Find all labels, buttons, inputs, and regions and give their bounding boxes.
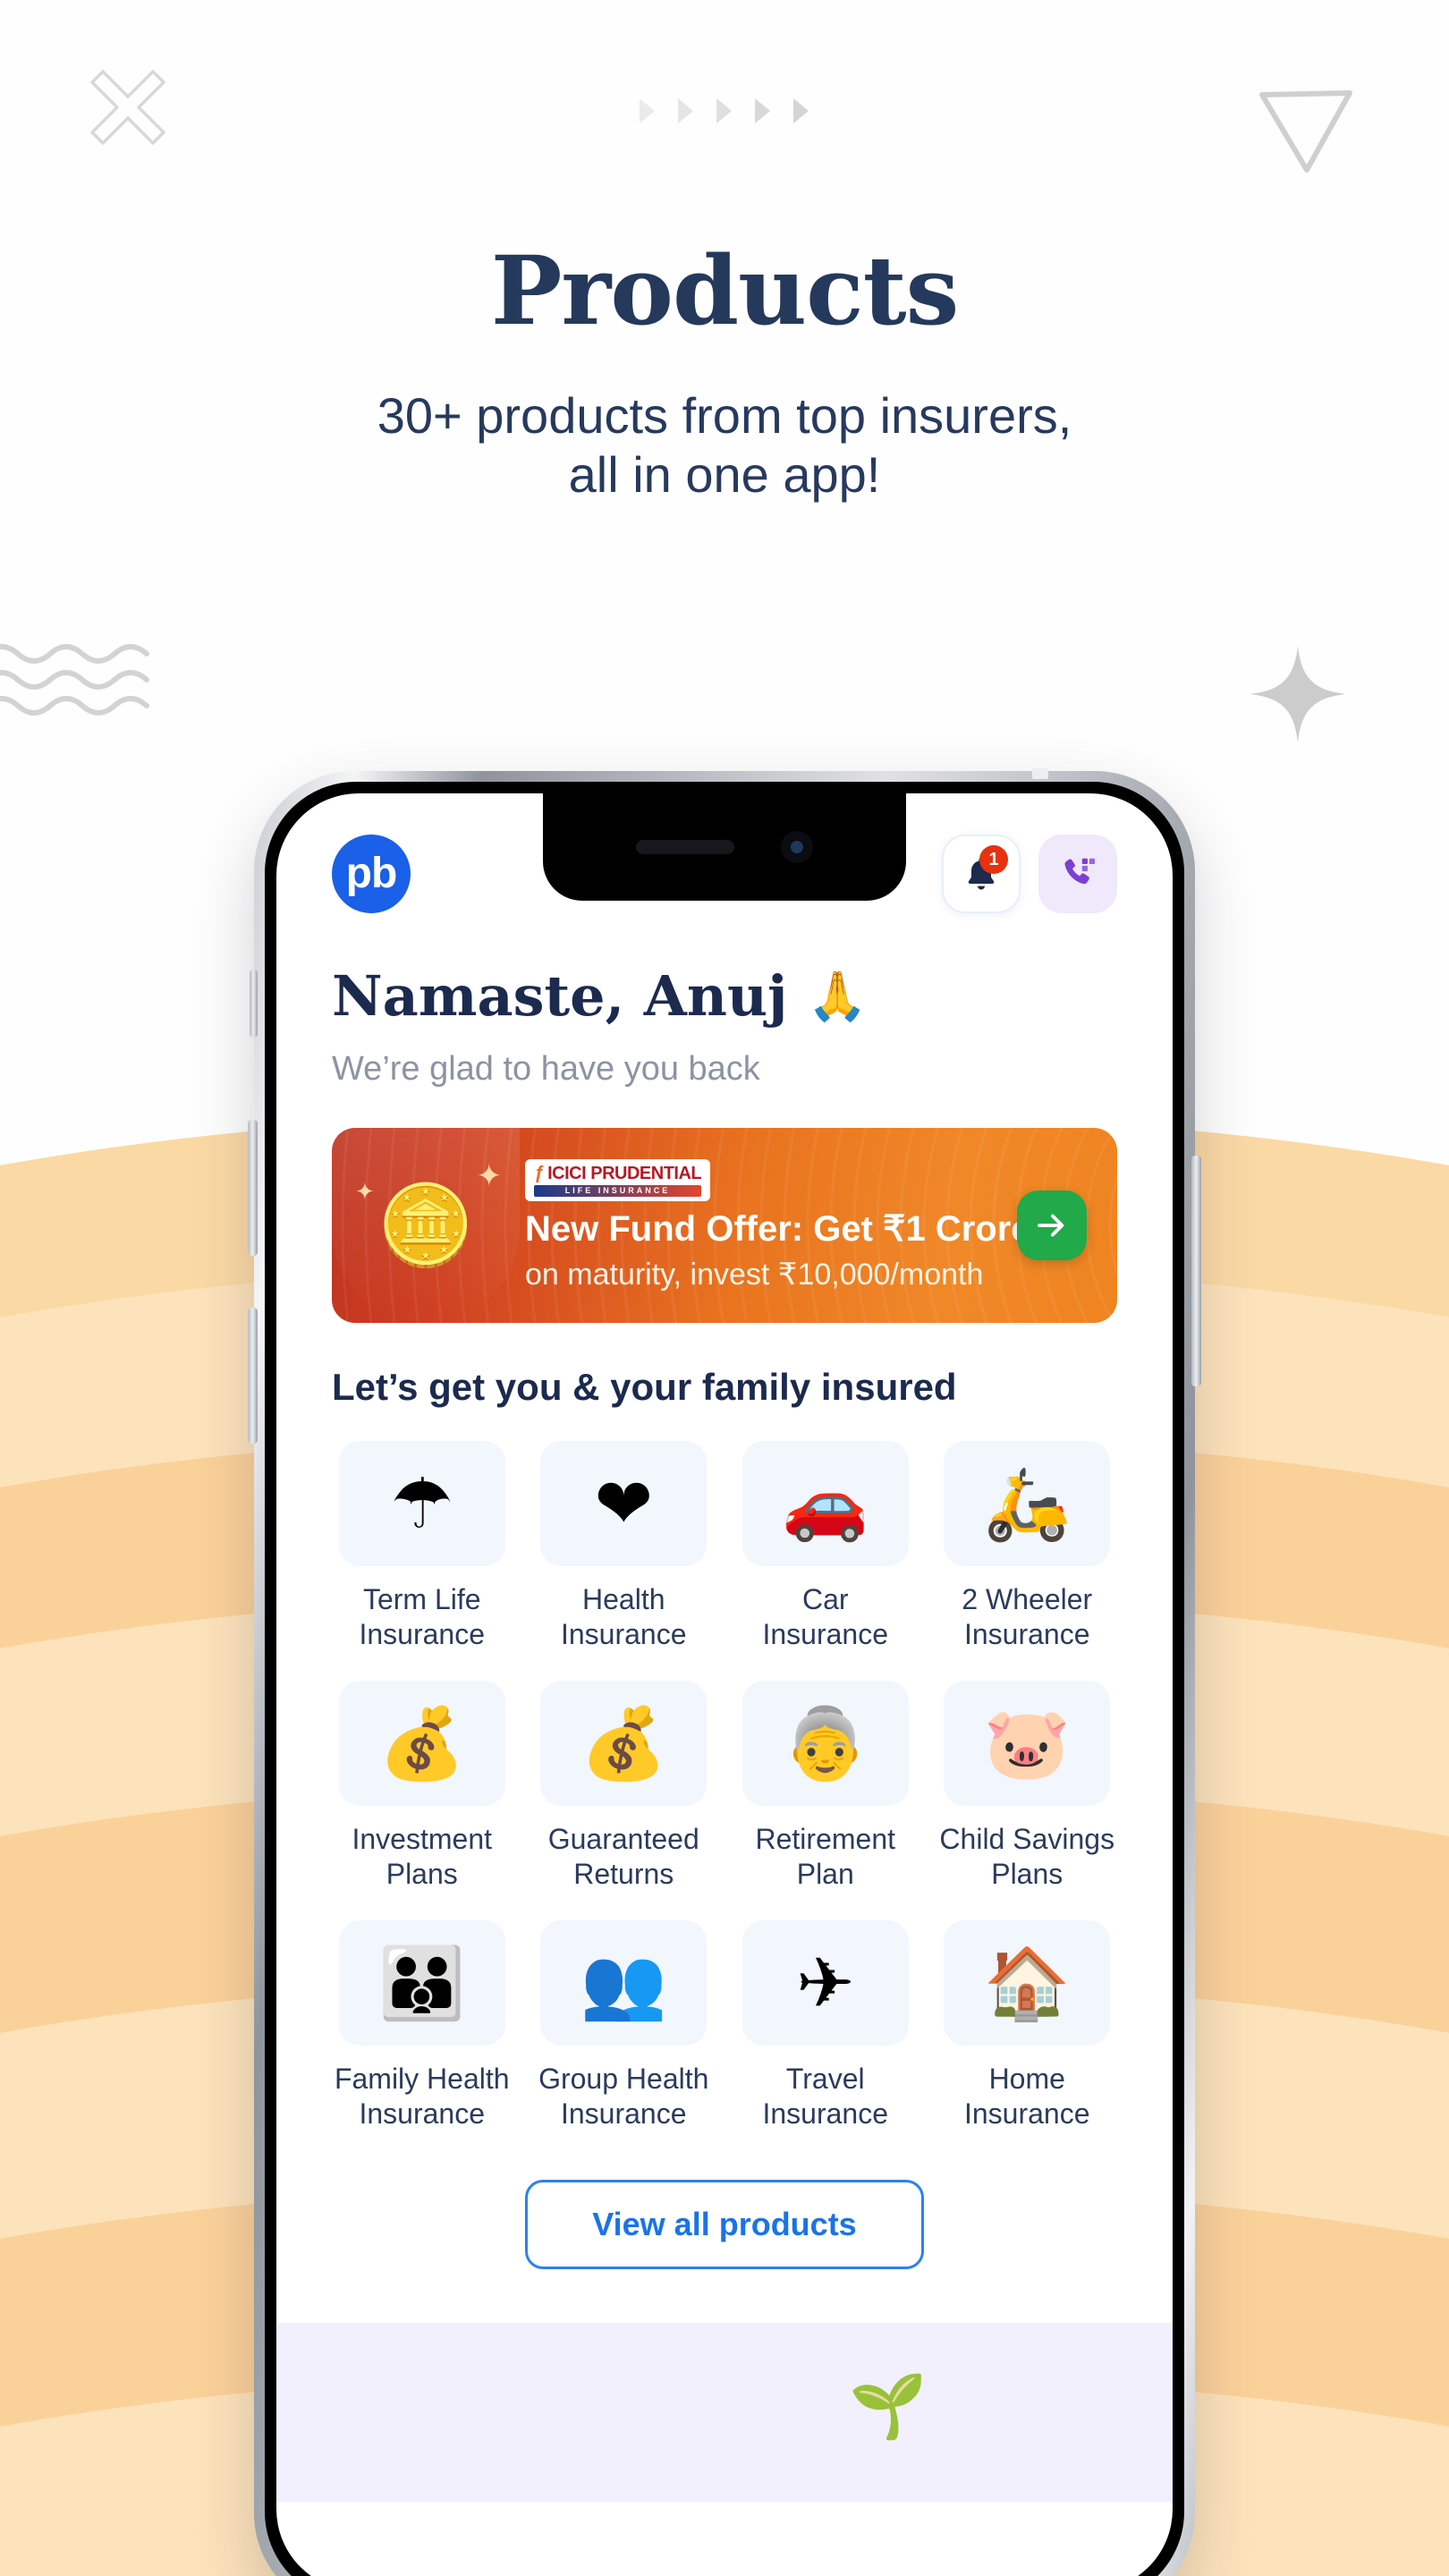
promo-cta-button[interactable] [1017,1191,1087,1260]
wave-lines-icon [0,640,170,724]
greeting-text: Namaste, Anuj [332,963,788,1029]
sparkle-icon [1248,644,1348,749]
product-label-line-2: Insurance [560,1618,687,1651]
promo-subline: on maturity, invest ₹10,000/month [525,1257,984,1292]
sparkle-small-icon: ✦ [355,1178,375,1205]
piggy-bank-icon: 🐷 [983,1704,1071,1784]
phone-antenna-line [1032,768,1048,779]
page-root: Products 30+ products from top insurers,… [0,0,1449,2576]
view-all-products-row: View all products [332,2180,1117,2270]
page-subtitle-line-1: 30+ products from top insurers, [377,387,1072,444]
promo-banner[interactable]: ✦ ✦ 🪙 ƒ ICICI PRUDENTIAL LIFE INSURANCE … [332,1128,1117,1323]
money-bag-icon: 💰 [580,1704,667,1784]
product-label-line-1: Family Health [334,2063,510,2096]
elderly-couple-icon: 👵 [782,1704,869,1784]
product-label-line-2: Insurance [762,1618,889,1651]
product-label-line-2: Plans [386,1858,458,1891]
promo-banner-body: ƒ ICICI PRUDENTIAL LIFE INSURANCE New Fu… [525,1158,1038,1292]
car-icon: 🚗 [782,1464,869,1543]
product-label-line-2: Insurance [963,2097,1090,2131]
phone-volume-up-button [248,1120,258,1256]
speaker-grille-icon [636,840,734,854]
product-label-line-1: Child Savings [939,1823,1115,1856]
icici-logo-tagline: LIFE INSURANCE [534,1184,702,1197]
product-label-line-2: Insurance [560,2097,687,2131]
product-label-line-1: Group Health [538,2063,709,2096]
call-support-button[interactable] [1038,835,1117,913]
icici-logo-mark: ƒ [534,1163,545,1183]
sparkle-large-icon: ✦ [476,1159,503,1193]
product-tile-group-health-insurance[interactable]: 👥 Group Health Insurance [534,1920,715,2131]
product-tile-term-life-insurance[interactable]: ☂ Term Life Insurance [332,1441,513,1652]
product-label-line-1: Retirement [755,1823,896,1856]
app-content: pb 1 Namaste, Anuj 🙏 We’re glad to have … [276,793,1173,2576]
page-subtitle-line-2: all in one app! [568,446,881,504]
view-all-products-button[interactable]: View all products [525,2180,924,2270]
page-title: Products [490,234,960,346]
bottom-section-band: 🌱 [276,2323,1173,2503]
app-header-actions: 1 [942,835,1117,913]
hero-section: Products 30+ products from top insurers,… [0,0,1449,504]
icici-prudential-logo: ƒ ICICI PRUDENTIAL LIFE INSURANCE [525,1158,711,1201]
product-label-line-2: Insurance [359,2097,485,2131]
promo-headline: New Fund Offer: Get ₹1 Crore* [525,1208,1038,1250]
product-label-line-2: Insurance [762,2097,889,2131]
coins-growth-icon: 💰 [378,1704,466,1784]
icici-logo-name: ICICI PRUDENTIAL [547,1163,702,1183]
heart-pulse-icon: ❤ [594,1464,653,1543]
product-tile-child-savings-plans[interactable]: 🐷 Child Savings Plans [937,1681,1118,1892]
product-tile-home-insurance[interactable]: 🏠 Home Insurance [937,1920,1118,2131]
phone-screen: pb 1 Namaste, Anuj 🙏 We’re glad to have … [276,793,1173,2576]
call-support-icon [1064,858,1096,885]
page-subtitle: 30+ products from top insurers, all in o… [0,386,1449,504]
greeting-title: Namaste, Anuj 🙏 [332,963,1117,1029]
section-title: Let’s get you & your family insured [332,1366,957,1408]
arrow-right-icon [1038,1214,1064,1237]
product-tile-health-insurance[interactable]: ❤ Health Insurance [534,1441,715,1652]
group-people-icon: 👥 [580,1944,667,2023]
policybazaar-logo[interactable]: pb [332,835,411,913]
scooter-icon: 🛵 [983,1464,1071,1543]
product-label-line-1: Guaranteed [547,1823,699,1856]
notification-count-badge: 1 [979,845,1008,874]
product-label-line-2: Insurance [359,1618,486,1651]
phone-bezel: pb 1 Namaste, Anuj 🙏 We’re glad to have … [265,782,1184,2576]
phone-volume-down-button [248,1308,258,1444]
phone-silent-switch [250,970,258,1038]
product-tile-travel-insurance[interactable]: ✈ Travel Insurance [735,1920,916,2131]
product-tile-retirement-plan[interactable]: 👵 Retirement Plan [735,1681,916,1892]
family-icon: 👪 [378,1944,466,2023]
product-label-line-1: Health [582,1583,665,1615]
product-tile-investment-plans[interactable]: 💰 Investment Plans [332,1681,513,1892]
product-label-line-2: Plans [991,1858,1063,1891]
product-label-line-1: Car [801,1583,849,1615]
phone-mockup: pb 1 Namaste, Anuj 🙏 We’re glad to have … [248,768,1201,2576]
product-label-line-2: Plan [796,1858,854,1891]
house-icon: 🏠 [983,1944,1071,2023]
product-label-line-1: Term Life [362,1583,481,1615]
phone-power-button [1191,1156,1201,1386]
umbrella-icon: ☂ [390,1464,453,1543]
promo-banner-art: ✦ ✦ 🪙 [332,1128,520,1323]
product-label-line-1: Travel [785,2063,865,2096]
phone-notch [543,793,906,901]
leaf-icon: 🌱 [849,2371,928,2442]
greeting-subtitle: We’re glad to have you back [332,1050,760,1088]
product-tile-guaranteed-returns[interactable]: 💰 Guaranteed Returns [534,1681,715,1892]
product-tile-car-insurance[interactable]: 🚗 Car Insurance [735,1441,916,1652]
product-label-line-1: Home [988,2063,1065,2096]
airplane-icon: ✈ [796,1944,855,2023]
promo-headline-text: New Fund Offer: Get ₹1 Crore [525,1208,1031,1249]
products-grid: ☂ Term Life Insurance ❤ Health Insurance… [332,1441,1117,2131]
front-camera-icon [781,831,813,863]
product-label-line-2: Insurance [963,1618,1090,1651]
product-label-line-1: 2 Wheeler [962,1583,1093,1615]
product-label-line-2: Returns [573,1858,674,1891]
namaste-hands-icon: 🙏 [807,967,868,1024]
product-tile-2-wheeler-insurance[interactable]: 🛵 2 Wheeler Insurance [937,1441,1118,1652]
product-label-line-1: Investment [352,1823,492,1856]
notifications-button[interactable]: 1 [942,835,1021,913]
money-plant-icon: 🪙 [377,1181,475,1269]
product-tile-family-health-insurance[interactable]: 👪 Family Health Insurance [332,1920,513,2131]
